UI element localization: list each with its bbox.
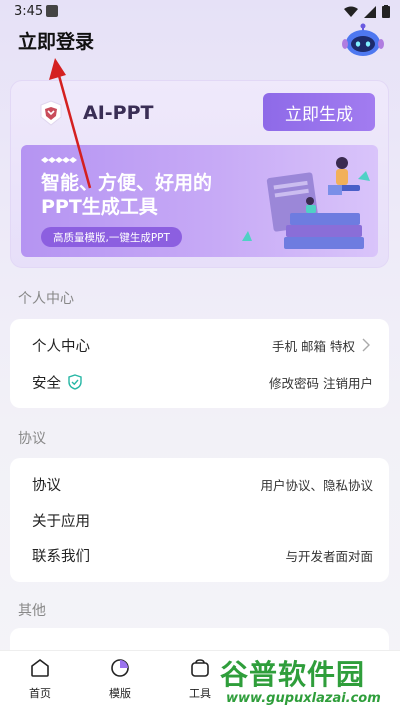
battery-icon	[382, 5, 390, 18]
app-name: AI-PPT	[83, 102, 154, 124]
row-label: 关于应用	[32, 513, 90, 530]
login-link[interactable]: 立即登录	[18, 27, 94, 54]
banner-tagline: 高质量模版,一键生成PPT	[41, 227, 182, 247]
row-label: 协议	[32, 477, 61, 494]
section-label-other: 其他	[18, 603, 46, 619]
promo-banner[interactable]: 智能、方便、好用的PPT生成工具 高质量模版,一键生成PPT	[21, 145, 378, 257]
watermark-url: www.gupuxlazai.com	[226, 691, 381, 706]
contact-us-row[interactable]: 联系我们 与开发者面对面	[10, 537, 389, 573]
bottom-nav: 首页 模版 工具 谷普软件园 www.gupuxlazai.com	[0, 650, 400, 712]
banner-decoration-icon	[41, 157, 77, 163]
nav-label: 工具	[189, 687, 211, 700]
ai-ppt-card: AI-PPT 立即生成 智能、方便、好用的PPT生成工具 高质量模版,一键生成P…	[10, 80, 389, 268]
row-label: 联系我们	[32, 548, 90, 565]
nav-tools[interactable]: 工具	[176, 657, 224, 707]
status-time: 3:45	[14, 4, 44, 19]
status-bar: 3:45	[0, 0, 400, 24]
wifi-icon	[344, 6, 358, 17]
banner-title: 智能、方便、好用的PPT生成工具	[41, 172, 213, 218]
row-label: 安全	[32, 375, 61, 392]
row-value[interactable]: 修改密码 注销用户	[269, 373, 373, 392]
agreement-row[interactable]: 协议 用户协议、隐私协议	[10, 466, 389, 502]
notification-icon	[46, 5, 58, 17]
section-label-personal: 个人中心	[18, 291, 74, 307]
nav-label: 模版	[109, 687, 131, 700]
status-indicators	[344, 5, 390, 18]
about-app-row[interactable]: 关于应用	[10, 502, 389, 538]
watermark-text: 谷普软件园	[220, 658, 366, 691]
personal-center-row[interactable]: 个人中心 手机 邮箱 特权	[10, 327, 389, 363]
row-label: 个人中心	[32, 338, 90, 355]
signal-icon	[364, 5, 376, 18]
site-watermark: 谷普软件园 www.gupuxlazai.com	[220, 651, 400, 712]
template-icon	[111, 659, 129, 677]
agreement-group: 协议 用户协议、隐私协议 关于应用 联系我们 与开发者面对面	[10, 458, 389, 582]
row-value: 与开发者面对面	[285, 548, 373, 564]
tools-icon	[191, 659, 209, 677]
nav-templates[interactable]: 模版	[96, 657, 144, 707]
section-label-agreement: 协议	[18, 431, 46, 447]
security-row[interactable]: 安全 修改密码 注销用户	[10, 364, 389, 400]
nav-label: 首页	[29, 687, 51, 700]
chevron-right-icon	[362, 338, 370, 352]
books-illustration-icon	[242, 157, 370, 249]
robot-avatar-icon[interactable]	[340, 22, 386, 58]
home-icon	[31, 659, 49, 677]
ai-ppt-logo-icon	[40, 100, 62, 126]
generate-now-button[interactable]: 立即生成	[263, 93, 375, 131]
row-value: 手机 邮箱 特权	[272, 338, 355, 354]
nav-home[interactable]: 首页	[16, 657, 64, 707]
personal-group: 个人中心 手机 邮箱 特权 安全 修改密码 注销用户	[10, 319, 389, 408]
row-value: 用户协议、隐私协议	[260, 477, 373, 493]
shield-check-icon	[68, 374, 82, 390]
